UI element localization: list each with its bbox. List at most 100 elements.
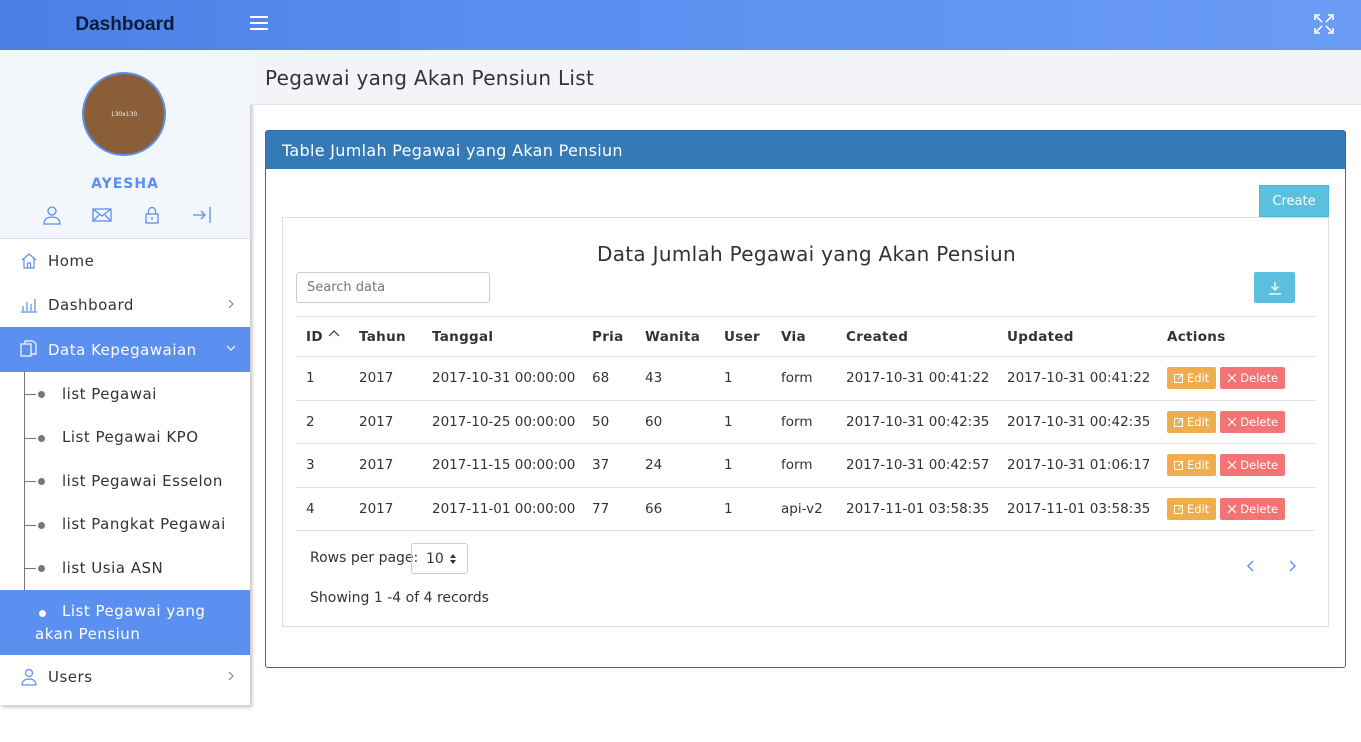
- cell-tanggal: 2017-11-01 00:00:00: [422, 487, 582, 531]
- download-button[interactable]: [1254, 272, 1295, 303]
- delete-label: Delete: [1240, 371, 1279, 386]
- edit-icon: [1174, 504, 1184, 514]
- create-button[interactable]: Create: [1259, 185, 1329, 217]
- copy-icon: [20, 340, 37, 357]
- cell-created: 2017-10-31 00:42:57: [836, 443, 997, 488]
- column-header-id[interactable]: ID: [296, 316, 349, 357]
- submenu-item-list-pegawai-pensiun[interactable]: List Pegawai yang akan Pensiun: [0, 589, 250, 655]
- cell-pria: 77: [582, 487, 635, 531]
- cell-tanggal: 2017-11-15 00:00:00: [422, 443, 582, 488]
- cell-id: 1: [296, 356, 349, 401]
- cell-user: 1: [714, 443, 771, 488]
- rows-per-page-value: 10: [426, 550, 444, 567]
- cell-tanggal: 2017-10-25 00:00:00: [422, 400, 582, 444]
- submenu-item-list-pegawai-kpo[interactable]: List Pegawai KPO: [0, 416, 250, 460]
- submenu-item-list-pegawai-esselon[interactable]: list Pegawai Esselon: [0, 459, 250, 503]
- column-header-user[interactable]: User: [714, 316, 771, 357]
- cell-user: 1: [714, 487, 771, 531]
- cell-wanita: 60: [635, 400, 714, 444]
- edit-label: Edit: [1187, 371, 1210, 386]
- submenu-item-label: List Pegawai KPO: [62, 428, 199, 447]
- bullet-icon: [38, 565, 45, 572]
- table-header-row: ID Tahun Tanggal Pria Wanita User Via Cr…: [296, 316, 1315, 357]
- sidebar-item-data-kepegawaian[interactable]: Data Kepegawaian: [0, 327, 250, 372]
- close-icon: [1227, 460, 1237, 470]
- delete-button[interactable]: Delete: [1220, 497, 1286, 520]
- lock-icon[interactable]: [142, 205, 162, 225]
- data-card: Table Jumlah Pegawai yang Akan Pensiun C…: [265, 130, 1346, 668]
- submenu-item-label: list Pangkat Pegawai: [62, 515, 226, 534]
- cell-tahun: 2017: [349, 443, 422, 488]
- submenu-item-list-pegawai[interactable]: list Pegawai: [0, 372, 250, 416]
- sidebar-item-dashboard[interactable]: Dashboard: [0, 283, 250, 327]
- cell-via: api-v2: [771, 487, 836, 531]
- logout-icon[interactable]: [192, 205, 212, 225]
- mail-icon[interactable]: [92, 205, 112, 225]
- sidebar-item-users[interactable]: Users: [0, 655, 250, 699]
- cell-actions: Edit Delete: [1157, 487, 1315, 531]
- fullscreen-icon[interactable]: [1313, 13, 1335, 35]
- cell-pria: 37: [582, 443, 635, 488]
- column-header-via[interactable]: Via: [771, 316, 836, 357]
- cell-actions: Edit Delete: [1157, 400, 1315, 444]
- user-icon: [21, 668, 37, 686]
- submenu-item-list-usia-asn[interactable]: list Usia ASN: [0, 546, 250, 590]
- profile-user-icon[interactable]: [42, 205, 62, 225]
- edit-button[interactable]: Edit: [1167, 454, 1217, 477]
- bullet-icon: [39, 609, 46, 617]
- column-header-created[interactable]: Created: [836, 316, 997, 357]
- home-icon: [21, 253, 37, 269]
- column-header-wanita[interactable]: Wanita: [635, 316, 714, 357]
- column-header-tahun[interactable]: Tahun: [349, 316, 422, 357]
- close-icon: [1227, 417, 1237, 427]
- bullet-icon: [38, 434, 45, 442]
- brand-title[interactable]: Dashboard: [0, 0, 250, 50]
- download-icon: [1268, 281, 1281, 295]
- page-header: Pegawai yang Akan Pensiun List: [250, 50, 1361, 105]
- username: AYESHA: [91, 176, 159, 192]
- cell-id: 2: [296, 400, 349, 444]
- edit-label: Edit: [1187, 501, 1210, 516]
- cell-created: 2017-10-31 00:41:22: [836, 356, 997, 401]
- column-header-updated[interactable]: Updated: [997, 316, 1157, 357]
- edit-icon: [1174, 417, 1184, 427]
- edit-button[interactable]: Edit: [1167, 367, 1217, 390]
- sidebar-item-label: Data Kepegawaian: [48, 340, 197, 359]
- cell-user: 1: [714, 356, 771, 401]
- chevron-right-icon: [228, 299, 234, 309]
- rows-per-page-select[interactable]: 10: [411, 543, 468, 574]
- profile-panel: 130x130 AYESHA: [0, 50, 250, 239]
- delete-button[interactable]: Delete: [1220, 367, 1286, 390]
- chevron-down-icon: [226, 345, 236, 351]
- cell-wanita: 43: [635, 356, 714, 401]
- edit-button[interactable]: Edit: [1167, 410, 1217, 433]
- cell-updated: 2017-10-31 00:42:35: [997, 400, 1157, 444]
- delete-button[interactable]: Delete: [1220, 410, 1286, 433]
- sidebar-item-home[interactable]: Home: [0, 239, 250, 283]
- search-input[interactable]: [296, 272, 490, 303]
- top-bar: Dashboard: [0, 0, 1361, 50]
- previous-page-icon[interactable]: [1244, 559, 1258, 573]
- column-header-tanggal[interactable]: Tanggal: [422, 316, 582, 357]
- submenu-item-label: list Usia ASN: [62, 558, 164, 577]
- next-page-icon[interactable]: [1285, 559, 1299, 573]
- delete-label: Delete: [1240, 414, 1279, 429]
- edit-icon: [1174, 373, 1184, 384]
- delete-button[interactable]: Delete: [1220, 454, 1286, 477]
- avatar[interactable]: 130x130: [82, 72, 166, 156]
- submenu-item-list-pangkat-pegawai[interactable]: list Pangkat Pegawai: [0, 503, 250, 547]
- card-header: Table Jumlah Pegawai yang Akan Pensiun: [266, 131, 1345, 169]
- sort-asc-icon[interactable]: [328, 329, 340, 337]
- column-header-pria[interactable]: Pria: [582, 316, 635, 357]
- cell-id: 4: [296, 487, 349, 531]
- cell-tanggal: 2017-10-31 00:00:00: [422, 356, 582, 401]
- hamburger-menu-icon[interactable]: [250, 16, 268, 32]
- bullet-icon: [38, 521, 45, 529]
- edit-button[interactable]: Edit: [1167, 497, 1217, 520]
- select-arrows-icon: [450, 554, 456, 564]
- cell-via: form: [771, 356, 836, 401]
- delete-label: Delete: [1240, 501, 1279, 516]
- submenu-item-label: list Pegawai Esselon: [62, 471, 223, 490]
- table-panel: Data Jumlah Pegawai yang Akan Pensiun ID…: [282, 217, 1329, 627]
- sidebar-item-label: Home: [48, 252, 95, 270]
